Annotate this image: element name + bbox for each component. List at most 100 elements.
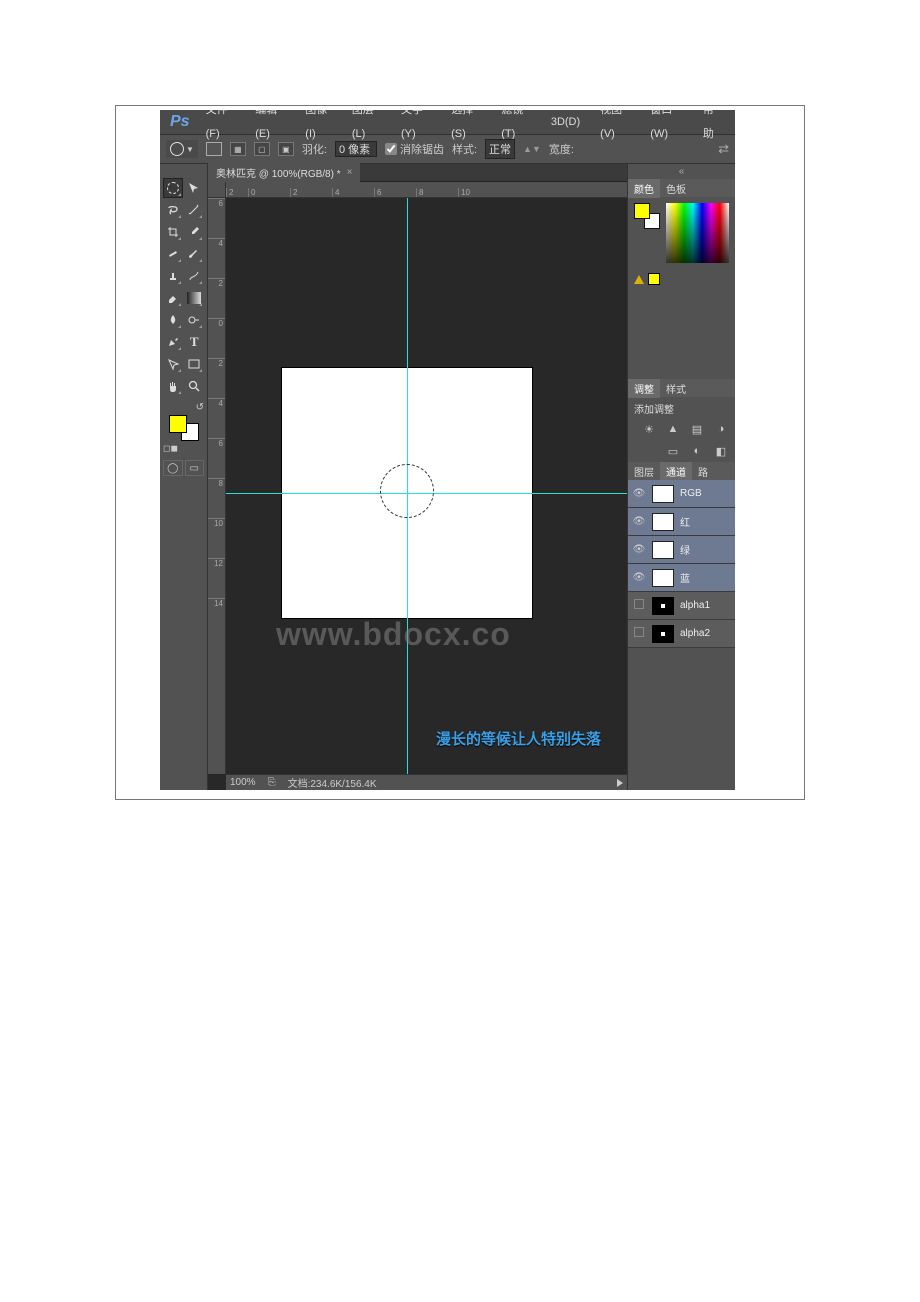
close-icon[interactable]: × — [347, 167, 353, 178]
canvas-viewport[interactable]: 2 0 2 4 6 8 10 6 4 2 0 2 4 6 8 1 — [208, 182, 627, 790]
channel-thumbnail — [652, 541, 674, 559]
channel-thumbnail — [652, 513, 674, 531]
color-ramp[interactable] — [666, 203, 729, 263]
ruler-origin[interactable] — [208, 182, 226, 198]
exposure-adjust-icon[interactable]: ◑ — [713, 422, 729, 436]
healing-brush-tool-icon[interactable] — [163, 244, 183, 264]
eyedropper-tool-icon[interactable] — [185, 222, 205, 242]
blur-tool-icon[interactable] — [163, 310, 183, 330]
current-tool-dropdown[interactable]: ▼ — [166, 140, 198, 158]
dock-top-collapse-icon[interactable]: « — [628, 164, 735, 179]
antialias-toggle[interactable]: 消除锯齿 — [385, 141, 444, 157]
selection-subtract-icon[interactable]: ▢ — [254, 142, 270, 156]
hand-tool-icon[interactable] — [163, 376, 183, 396]
swap-colors-icon[interactable]: ↺ — [196, 402, 204, 413]
menu-file[interactable]: 文件(F) — [196, 110, 246, 146]
bw-adjust-icon[interactable]: ◧ — [713, 444, 729, 458]
doc-info[interactable]: 文档:234.6K/156.4K — [288, 775, 377, 790]
lasso-tool-icon[interactable] — [163, 200, 183, 220]
width-label: 宽度: — [549, 141, 574, 157]
visibility-eye-icon[interactable]: 👁 — [632, 516, 646, 527]
menu-3d[interactable]: 3D(D) — [541, 110, 590, 134]
screen-mode-icon[interactable]: ▭ — [185, 460, 205, 476]
warning-swatch[interactable] — [648, 273, 660, 285]
vibrance-adjust-icon[interactable]: ▭ — [665, 444, 681, 458]
channel-name: 绿 — [680, 542, 690, 557]
history-brush-tool-icon[interactable] — [185, 266, 205, 286]
crop-tool-icon[interactable] — [163, 222, 183, 242]
foreground-color-swatch[interactable] — [169, 415, 187, 433]
selection-add-icon[interactable]: ▦ — [230, 142, 246, 156]
path-select-tool-icon[interactable] — [163, 354, 183, 374]
tab-channels[interactable]: 通道 — [660, 462, 692, 481]
ellipse-marquee-icon — [170, 142, 184, 156]
feather-input[interactable] — [335, 141, 377, 157]
menu-window[interactable]: 窗口(W) — [640, 110, 693, 146]
elliptical-selection[interactable] — [380, 464, 434, 518]
clone-stamp-tool-icon[interactable] — [163, 266, 183, 286]
eraser-tool-icon[interactable] — [163, 288, 183, 308]
channels-panel-header: 图层 通道 路 — [628, 462, 735, 480]
menu-edit[interactable]: 编辑(E) — [245, 110, 295, 146]
channel-thumbnail — [652, 597, 674, 615]
selection-intersect-icon[interactable]: ▣ — [278, 142, 294, 156]
marquee-tool-icon[interactable] — [163, 178, 183, 198]
levels-adjust-icon[interactable]: ▲ — [665, 422, 681, 436]
toolbox: T ↺ ◻◼ ◯ ▭ — [160, 164, 208, 790]
ruler-horizontal[interactable]: 2 0 2 4 6 8 10 — [226, 182, 627, 198]
move-tool-icon[interactable] — [185, 178, 205, 198]
export-icon[interactable]: ⎘ — [268, 777, 276, 788]
default-colors-icon[interactable]: ◻◼ — [163, 443, 178, 454]
type-tool-icon[interactable]: T — [185, 332, 205, 352]
visibility-eye-icon[interactable]: 👁 — [632, 572, 646, 583]
tab-styles[interactable]: 样式 — [660, 379, 692, 398]
channel-row[interactable]: 👁红 — [628, 508, 735, 536]
tab-swatches[interactable]: 色板 — [660, 179, 692, 198]
tab-adjustments[interactable]: 调整 — [628, 379, 660, 398]
status-bar: 100% ⎘ 文档:234.6K/156.4K — [226, 774, 627, 790]
document-tab[interactable]: 奥林匹克 @ 100%(RGB/8) * × — [208, 163, 360, 182]
quick-mask-icon[interactable]: ◯ — [163, 460, 183, 476]
style-select[interactable]: 正常 — [485, 139, 515, 159]
ruler-vertical[interactable]: 6 4 2 0 2 4 6 8 10 12 14 — [208, 198, 226, 774]
visibility-eye-icon[interactable] — [632, 599, 646, 612]
channel-row[interactable]: alpha2 — [628, 620, 735, 648]
magic-wand-tool-icon[interactable] — [185, 200, 205, 220]
gamut-warning — [628, 269, 735, 289]
curves-adjust-icon[interactable]: ▤ — [689, 422, 705, 436]
color-fgbg[interactable] — [634, 203, 660, 229]
channels-list: 👁RGB👁红👁绿👁蓝alpha1alpha2 — [628, 480, 735, 648]
channel-name: 蓝 — [680, 570, 690, 585]
tab-color[interactable]: 颜色 — [628, 179, 660, 198]
selection-new-icon[interactable] — [206, 142, 222, 156]
channel-row[interactable]: alpha1 — [628, 592, 735, 620]
refine-edge-icon[interactable]: ⇄ — [718, 141, 729, 157]
zoom-level[interactable]: 100% — [230, 777, 256, 788]
hue-adjust-icon[interactable]: ◐ — [689, 444, 705, 458]
antialias-checkbox[interactable] — [385, 143, 397, 155]
tab-layers[interactable]: 图层 — [628, 462, 660, 481]
play-icon[interactable] — [617, 779, 623, 787]
brush-tool-icon[interactable] — [185, 244, 205, 264]
pen-tool-icon[interactable] — [163, 332, 183, 352]
style-label: 样式: — [452, 141, 477, 157]
channel-row[interactable]: 👁 RGB — [628, 480, 735, 508]
channel-row[interactable]: 👁绿 — [628, 536, 735, 564]
photoshop-window: Ps 文件(F) 编辑(E) 图像(I) 图层(L) 文字(Y) 选择(S) 滤… — [160, 110, 735, 790]
channel-row[interactable]: 👁蓝 — [628, 564, 735, 592]
gradient-tool-icon[interactable] — [185, 288, 205, 308]
zoom-tool-icon[interactable] — [185, 376, 205, 396]
rectangle-shape-tool-icon[interactable] — [185, 354, 205, 374]
tab-paths[interactable]: 路 — [692, 462, 714, 481]
channel-name: alpha1 — [680, 600, 710, 611]
visibility-eye-icon[interactable]: 👁 — [632, 488, 646, 499]
panel-fg-swatch[interactable] — [634, 203, 650, 219]
visibility-eye-icon[interactable]: 👁 — [632, 544, 646, 555]
menu-view[interactable]: 视图(V) — [590, 110, 640, 146]
brightness-adjust-icon[interactable]: ☀ — [641, 422, 657, 436]
dodge-tool-icon[interactable] — [185, 310, 205, 330]
channel-name: RGB — [680, 488, 702, 499]
visibility-eye-icon[interactable] — [632, 627, 646, 640]
color-swatches: ↺ ◻◼ — [163, 402, 204, 454]
warning-icon[interactable] — [634, 275, 644, 284]
